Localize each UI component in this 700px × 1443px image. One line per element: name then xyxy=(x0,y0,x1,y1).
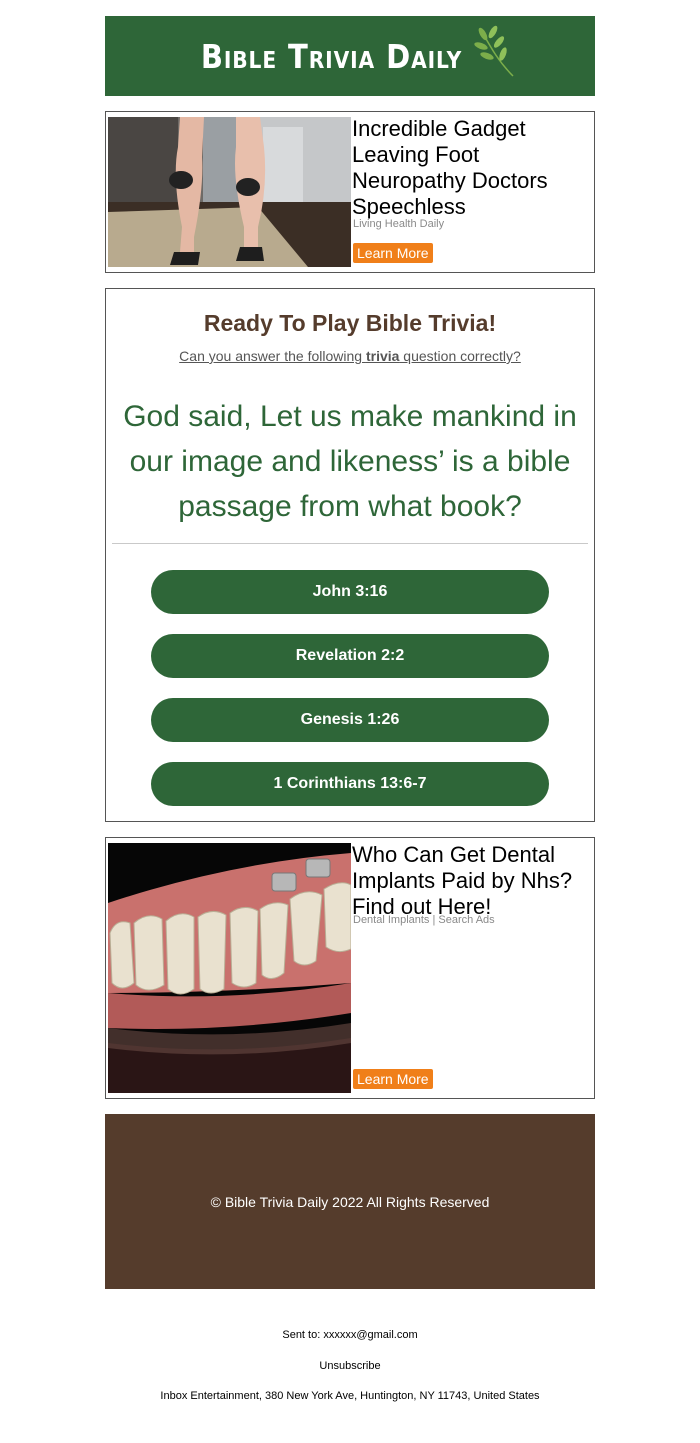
divider xyxy=(112,543,588,544)
answer-button[interactable]: Revelation 2:2 xyxy=(151,634,549,678)
sponsored-ad-1[interactable]: Incredible Gadget Leaving Foot Neuropath… xyxy=(105,111,595,273)
trivia-title: Ready To Play Bible Trivia! xyxy=(203,310,497,336)
header-banner: Bible Trivia Daily xyxy=(105,16,595,96)
sponsored-ad-2[interactable]: Who Can Get Dental Implants Paid by Nhs?… xyxy=(105,837,595,1099)
subtitle-text-after: question correctly? xyxy=(399,348,521,364)
subtitle-text-before: Can you answer the following xyxy=(179,348,366,364)
trivia-subtitle-link[interactable]: Can you answer the following trivia ques… xyxy=(106,348,594,364)
learn-more-button[interactable]: Learn More xyxy=(353,243,433,263)
learn-more-button[interactable]: Learn More xyxy=(353,1069,433,1089)
subtitle-bold-word: trivia xyxy=(365,348,400,364)
ad-title[interactable]: Incredible Gadget Leaving Foot Neuropath… xyxy=(352,116,588,220)
logo-text: Bible Trivia Daily xyxy=(201,36,463,76)
answer-button[interactable]: John 3:16 xyxy=(151,570,549,614)
sent-to-text: Sent to: xxxxxx@gmail.com xyxy=(282,1329,418,1341)
trivia-card: Ready To Play Bible Trivia! Can you answ… xyxy=(105,288,595,822)
ad-title[interactable]: Who Can Get Dental Implants Paid by Nhs?… xyxy=(352,842,588,920)
sender-address: Inbox Entertainment, 380 New York Ave, H… xyxy=(160,1390,540,1402)
unsubscribe-link[interactable]: Unsubscribe xyxy=(0,1360,700,1372)
trivia-question: God said, Let us make mankind in our ima… xyxy=(123,400,577,523)
ad-source: Dental Implants | Search Ads xyxy=(353,914,495,926)
copyright-text: © Bible Trivia Daily 2022 All Rights Res… xyxy=(210,1193,490,1210)
answer-button[interactable]: 1 Corinthians 13:6-7 xyxy=(151,762,549,806)
footer-banner: © Bible Trivia Daily 2022 All Rights Res… xyxy=(105,1114,595,1289)
ad-image-dental-implants[interactable] xyxy=(108,843,351,1093)
logo[interactable]: Bible Trivia Daily xyxy=(183,25,516,80)
answer-button[interactable]: Genesis 1:26 xyxy=(151,698,549,742)
ad-image-legs[interactable] xyxy=(108,117,351,267)
olive-branch-icon xyxy=(473,25,514,77)
ad-source: Living Health Daily xyxy=(353,218,445,230)
